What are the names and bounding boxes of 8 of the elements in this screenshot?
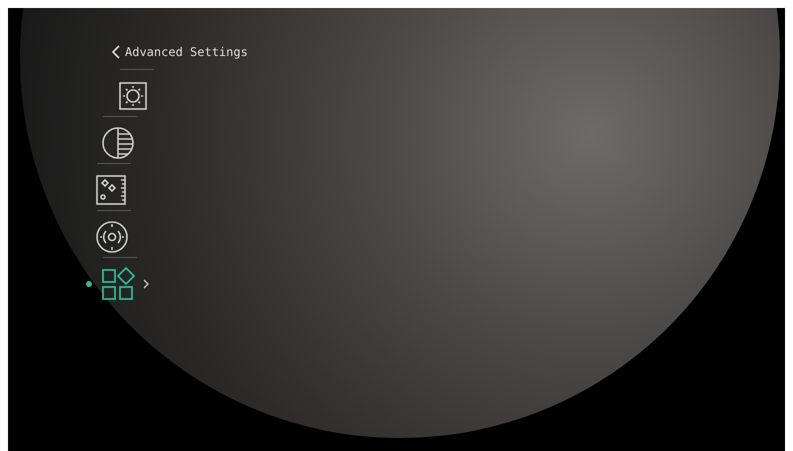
apps-grid-icon[interactable]: [101, 267, 135, 301]
sun-icon[interactable]: [118, 81, 148, 111]
dial-icon[interactable]: [95, 220, 129, 254]
contrast-icon[interactable]: [101, 126, 135, 160]
back-chevron-icon[interactable]: [112, 45, 120, 59]
menu-title: Advanced Settings: [125, 45, 248, 59]
chevron-right-icon: [143, 279, 149, 289]
image-adjust-icon[interactable]: [95, 174, 127, 206]
